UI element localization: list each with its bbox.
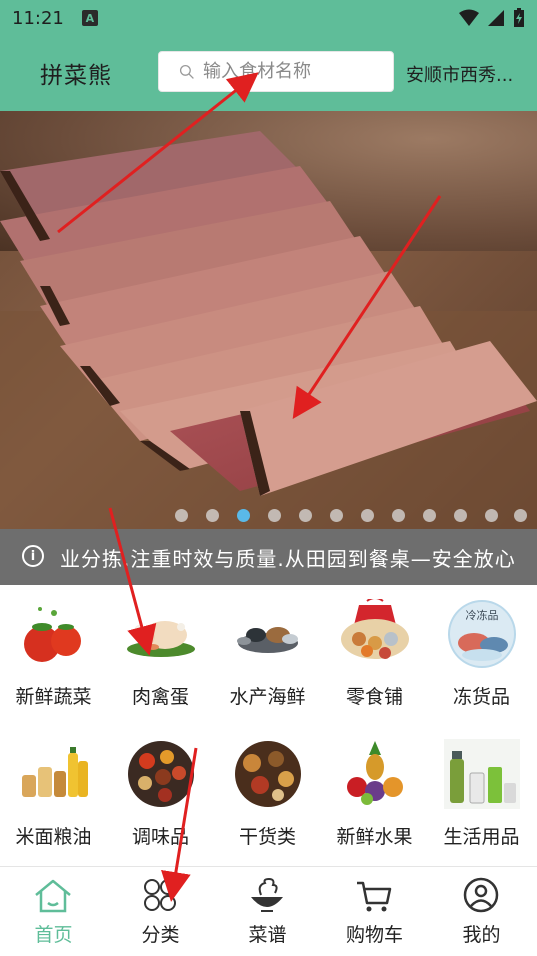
- category-label: 调味品: [131, 826, 189, 848]
- status-time: 11:21: [12, 7, 64, 29]
- search-icon: [179, 64, 194, 79]
- category-dry-goods[interactable]: 干货类: [214, 725, 321, 865]
- nav-profile[interactable]: 我的: [428, 867, 535, 956]
- category-snacks[interactable]: 零食铺: [321, 585, 428, 725]
- info-icon: i: [22, 545, 44, 567]
- category-grid: 新鲜蔬菜 肉禽蛋 水产海鲜 零食铺 冷冻品 冻货品 米面粮油 调味品 干货类 新…: [0, 585, 537, 865]
- category-vegetables[interactable]: 新鲜蔬菜: [0, 585, 107, 725]
- carousel-dot[interactable]: [299, 509, 312, 522]
- nav-label: 购物车: [345, 924, 403, 946]
- category-meat[interactable]: 肉禽蛋: [107, 585, 214, 725]
- recipe-icon: [251, 877, 283, 912]
- carousel-dot[interactable]: [514, 509, 527, 522]
- category-daily-goods[interactable]: 生活用品: [428, 725, 535, 865]
- category-label: 新鲜蔬菜: [15, 686, 92, 708]
- location-selector[interactable]: 安顺市西秀...: [406, 61, 530, 87]
- frozen-badge-text: 冷冻品: [466, 608, 499, 622]
- category-label: 生活用品: [443, 826, 520, 848]
- app-header: 拼菜熊 安顺市西秀...: [0, 36, 537, 111]
- category-seafood[interactable]: 水产海鲜: [214, 585, 321, 725]
- seasoning-icon: [128, 741, 194, 807]
- profile-icon: [463, 877, 499, 913]
- carousel-dot[interactable]: [485, 509, 498, 522]
- battery-icon: [514, 8, 524, 27]
- category-seasoning[interactable]: 调味品: [107, 725, 214, 865]
- carousel-dot[interactable]: [206, 509, 219, 522]
- carousel-dot[interactable]: [175, 509, 188, 522]
- cart-icon: [357, 881, 392, 912]
- nav-label: 菜谱: [248, 924, 287, 946]
- category-label: 零食铺: [345, 686, 403, 708]
- category-label: 水产海鲜: [229, 686, 306, 708]
- category-grain-oil[interactable]: 米面粮油: [0, 725, 107, 865]
- carousel-indicators[interactable]: [0, 509, 537, 527]
- nav-label: 我的: [462, 924, 501, 946]
- notice-bar[interactable]: i 业分拣.注重时效与质量.从田园到餐桌—安全放心: [0, 529, 537, 585]
- snacks-icon: [341, 599, 409, 659]
- carousel-dot[interactable]: [392, 509, 405, 522]
- notice-text: 业分拣.注重时效与质量.从田园到餐桌—安全放心: [60, 547, 516, 571]
- category-icon: [144, 879, 176, 911]
- category-frozen[interactable]: 冷冻品 冻货品: [428, 585, 535, 725]
- home-icon: [35, 879, 71, 913]
- carousel-dot[interactable]: [268, 509, 281, 522]
- dry-goods-icon: [235, 741, 301, 807]
- bottom-nav: 首页 分类 菜谱 购物车 我的: [0, 866, 537, 956]
- daily-goods-icon: [444, 739, 520, 809]
- category-fruit[interactable]: 新鲜水果: [321, 725, 428, 865]
- banner-image: [0, 131, 537, 529]
- category-label: 米面粮油: [15, 826, 92, 848]
- nav-label: 首页: [34, 924, 73, 946]
- wifi-icon: [459, 9, 479, 26]
- nav-cart[interactable]: 购物车: [321, 867, 428, 956]
- banner-carousel[interactable]: [0, 111, 537, 529]
- category-label: 肉禽蛋: [131, 686, 189, 708]
- grain-oil-icon: [22, 747, 88, 797]
- category-label: 冻货品: [452, 686, 510, 708]
- carousel-dot[interactable]: [361, 509, 374, 522]
- carousel-dot[interactable]: [423, 509, 436, 522]
- carousel-dot[interactable]: [454, 509, 467, 522]
- status-bar: 11:21 A: [0, 0, 537, 36]
- nav-label: 分类: [141, 924, 180, 946]
- nav-category[interactable]: 分类: [107, 867, 214, 956]
- nav-recipe[interactable]: 菜谱: [214, 867, 321, 956]
- meat-poultry-icon: [127, 621, 195, 657]
- search-input[interactable]: [203, 61, 393, 82]
- signal-icon: [488, 10, 504, 26]
- seafood-icon: [237, 627, 298, 653]
- nav-home[interactable]: 首页: [0, 867, 107, 956]
- carousel-dot[interactable]: [330, 509, 343, 522]
- frozen-goods-icon: 冷冻品: [448, 600, 516, 668]
- carousel-dot-active[interactable]: [237, 509, 250, 522]
- category-label: 干货类: [238, 826, 296, 848]
- status-icons: [459, 8, 525, 28]
- notification-icon: A: [81, 10, 98, 26]
- category-label: 新鲜水果: [336, 826, 413, 848]
- fruit-icon: [347, 741, 403, 805]
- app-logo: 拼菜熊: [40, 63, 112, 89]
- vegetables-icon: [24, 607, 81, 662]
- search-bar[interactable]: [158, 51, 394, 92]
